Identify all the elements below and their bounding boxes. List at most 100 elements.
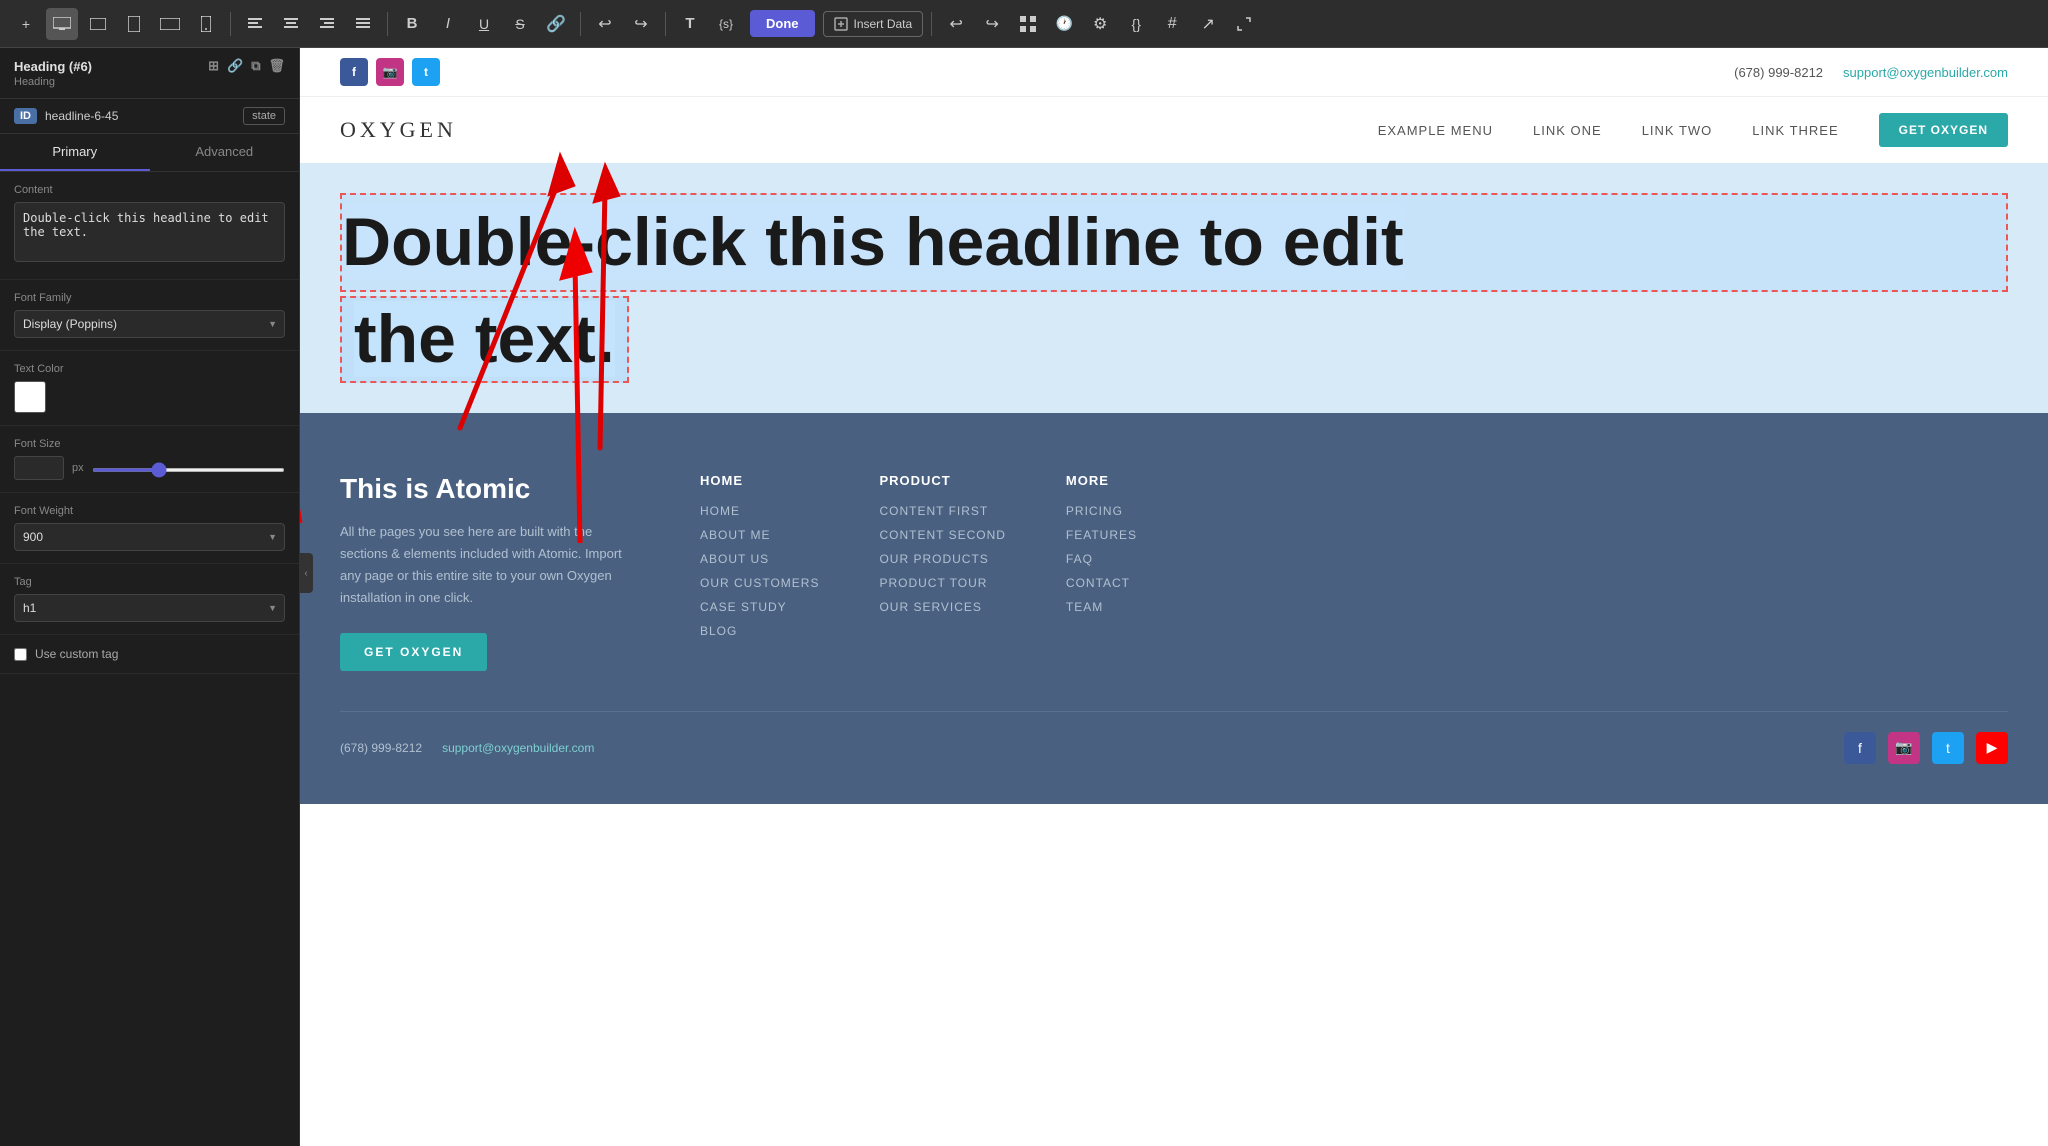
footer-link-team[interactable]: TEAM xyxy=(1066,600,1137,614)
expand-button[interactable] xyxy=(1228,8,1260,40)
settings-button[interactable]: ⚙ xyxy=(1084,8,1116,40)
footer-link-case-study[interactable]: CASE STUDY xyxy=(700,600,819,614)
redo-global-button[interactable]: ↪ xyxy=(976,8,1008,40)
tag-select[interactable]: h1 h2 h3 p xyxy=(14,594,285,622)
footer-link-faq[interactable]: FAQ xyxy=(1066,552,1137,566)
footer-link-contact[interactable]: CONTACT xyxy=(1066,576,1137,590)
divider-1 xyxy=(230,12,231,36)
clock-button[interactable]: 🕐 xyxy=(1048,8,1080,40)
footer-brand-title: This is Atomic xyxy=(340,473,640,505)
footer-col-product-title: PRODUCT xyxy=(879,473,1005,488)
footer-twitter-icon[interactable]: t xyxy=(1932,732,1964,764)
wide-view-button[interactable] xyxy=(154,8,186,40)
delete-icon[interactable]: 🗑 xyxy=(268,58,285,74)
align-right-button[interactable] xyxy=(311,8,343,40)
footer-youtube-icon[interactable]: ▶ xyxy=(1976,732,2008,764)
add-element-button[interactable]: + xyxy=(10,8,42,40)
divider-4 xyxy=(665,12,666,36)
tab-primary[interactable]: Primary xyxy=(0,134,150,171)
site-logo: OXYGEN xyxy=(340,117,457,143)
footer-link-blog[interactable]: BLOG xyxy=(700,624,819,638)
text-tool-button[interactable]: T xyxy=(674,8,706,40)
font-weight-select[interactable]: 900 700 400 xyxy=(14,523,285,551)
insert-data-button[interactable]: Insert Data xyxy=(823,11,924,37)
text-color-swatch[interactable] xyxy=(14,381,46,413)
grid-button[interactable] xyxy=(1012,8,1044,40)
nav-link-two[interactable]: LINK TWO xyxy=(1642,123,1713,138)
footer-col-more-links: PRICING FEATURES FAQ CONTACT TEAM xyxy=(1066,504,1137,614)
footer-link-content-second[interactable]: CONTENT SECOND xyxy=(879,528,1005,542)
nav-link-example-menu[interactable]: EXAMPLE MENU xyxy=(1378,123,1493,138)
align-center-button[interactable] xyxy=(275,8,307,40)
footer-cta-button[interactable]: GET OXYGEN xyxy=(340,633,487,671)
font-size-slider[interactable] xyxy=(92,468,285,472)
nav-link-one[interactable]: LINK ONE xyxy=(1533,123,1602,138)
footer-instagram-icon[interactable]: 📷 xyxy=(1888,732,1920,764)
footer-email: support@oxygenbuilder.com xyxy=(442,741,594,755)
font-family-label: Font Family xyxy=(14,292,285,304)
footer-facebook-icon[interactable]: f xyxy=(1844,732,1876,764)
font-weight-section: Font Weight 900 700 400 xyxy=(0,493,299,564)
footer-link-about-me[interactable]: ABOUT ME xyxy=(700,528,819,542)
tablet-landscape-button[interactable] xyxy=(82,8,114,40)
font-weight-select-wrapper: 900 700 400 xyxy=(14,523,285,551)
footer-link-pricing[interactable]: PRICING xyxy=(1066,504,1137,518)
footer-link-our-services[interactable]: OUR SERVICES xyxy=(879,600,1005,614)
heading-line2[interactable]: the text. xyxy=(354,301,615,377)
footer-top: This is Atomic All the pages you see her… xyxy=(340,473,2008,671)
facebook-icon[interactable]: f xyxy=(340,58,368,86)
footer-link-our-customers[interactable]: OUR CUSTOMERS xyxy=(700,576,819,590)
font-size-input[interactable] xyxy=(14,456,64,480)
undo-button[interactable]: ↩ xyxy=(589,8,621,40)
link-button[interactable]: 🔗 xyxy=(540,8,572,40)
footer-link-product-tour[interactable]: PRODUCT TOUR xyxy=(879,576,1005,590)
tab-advanced[interactable]: Advanced xyxy=(150,134,300,171)
footer-link-content-first[interactable]: CONTENT FIRST xyxy=(879,504,1005,518)
mobile-view-button[interactable] xyxy=(190,8,222,40)
align-justify-button[interactable] xyxy=(347,8,379,40)
hierarchy-icon[interactable]: ⊞ xyxy=(208,58,219,74)
tab-bar: Primary Advanced xyxy=(0,134,299,172)
font-family-select[interactable]: Display (Poppins) xyxy=(14,310,285,338)
duplicate-icon[interactable]: ⧉ xyxy=(251,58,260,74)
site-topbar-social: f 📷 t xyxy=(340,58,440,86)
footer-link-about-us[interactable]: ABOUT US xyxy=(700,552,819,566)
done-button[interactable]: Done xyxy=(750,10,815,37)
instagram-icon[interactable]: 📷 xyxy=(376,58,404,86)
font-family-section: Font Family Display (Poppins) xyxy=(0,280,299,351)
site-nav-links: EXAMPLE MENU LINK ONE LINK TWO LINK THRE… xyxy=(1378,113,2008,147)
sidebar-collapse-handle[interactable]: ‹ xyxy=(299,553,313,593)
topbar-email: support@oxygenbuilder.com xyxy=(1843,65,2008,80)
dynamic-text-button[interactable]: {s} xyxy=(710,8,742,40)
canvas: f 📷 t (678) 999-8212 support@oxygenbuild… xyxy=(300,48,2048,1146)
undo-global-button[interactable]: ↩ xyxy=(940,8,972,40)
bold-button[interactable]: B xyxy=(396,8,428,40)
redo-button[interactable]: ↪ xyxy=(625,8,657,40)
footer-link-our-products[interactable]: OUR PRODUCTS xyxy=(879,552,1005,566)
id-value: headline-6-45 xyxy=(45,109,118,123)
footer-link-home[interactable]: HOME xyxy=(700,504,819,518)
italic-button[interactable]: I xyxy=(432,8,464,40)
desktop-view-button[interactable] xyxy=(46,8,78,40)
state-button[interactable]: state xyxy=(243,107,285,125)
divider-5 xyxy=(931,12,932,36)
share-button[interactable]: ↗ xyxy=(1192,8,1224,40)
align-left-button[interactable] xyxy=(239,8,271,40)
font-size-unit: px xyxy=(72,462,84,474)
strikethrough-button[interactable]: S xyxy=(504,8,536,40)
nav-cta-button[interactable]: GET OXYGEN xyxy=(1879,113,2008,147)
link-icon[interactable]: 🔗 xyxy=(227,58,243,74)
underline-button[interactable]: U xyxy=(468,8,500,40)
footer-link-features[interactable]: FEATURES xyxy=(1066,528,1137,542)
use-custom-tag-checkbox[interactable] xyxy=(14,648,27,661)
site-topbar: f 📷 t (678) 999-8212 support@oxygenbuild… xyxy=(300,48,2048,97)
tablet-portrait-button[interactable] xyxy=(118,8,150,40)
heading-line1[interactable]: Double-click this headline to edit xyxy=(342,204,1404,280)
content-textarea[interactable]: Double-click this headline to edit the t… xyxy=(14,202,285,262)
code-button[interactable]: {} xyxy=(1120,8,1152,40)
footer-col-more-title: MORE xyxy=(1066,473,1137,488)
nav-link-three[interactable]: LINK THREE xyxy=(1752,123,1838,138)
hashtag-button[interactable]: # xyxy=(1156,8,1188,40)
twitter-icon[interactable]: t xyxy=(412,58,440,86)
toolbar: + B I U S 🔗 ↩ ↪ T {s} Done Insert Data xyxy=(0,0,2048,48)
